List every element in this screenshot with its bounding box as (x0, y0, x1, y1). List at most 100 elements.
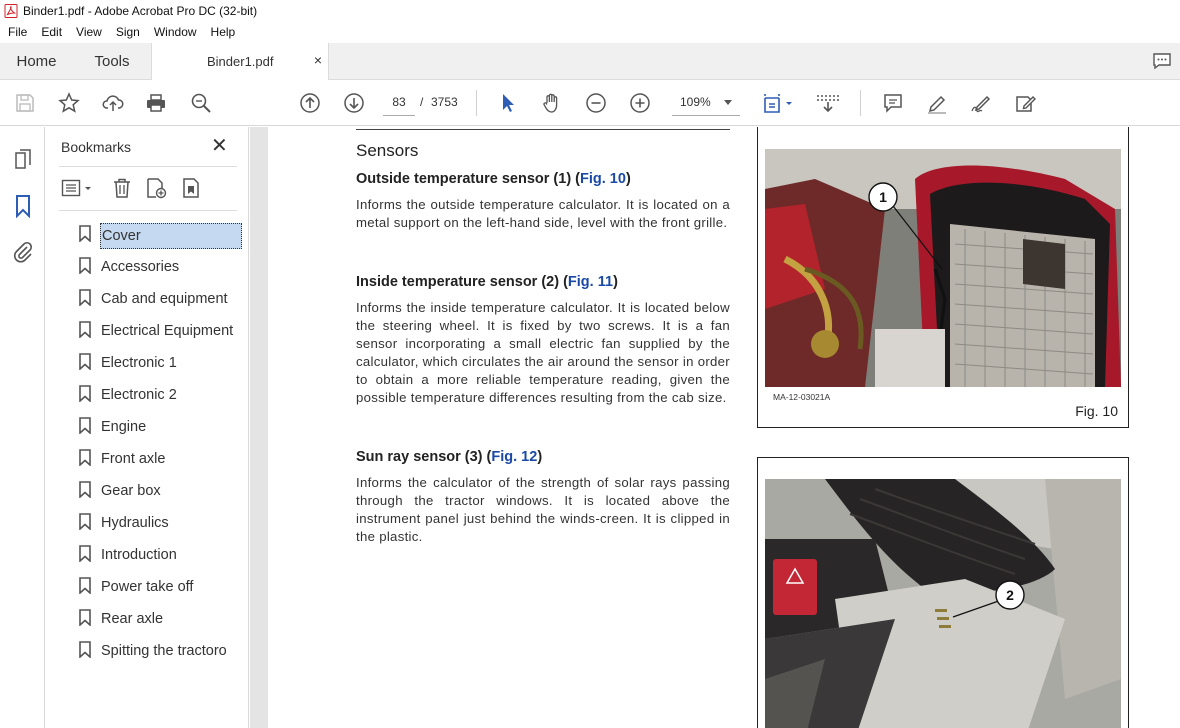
tab-home[interactable]: Home (0, 43, 73, 80)
bookmark-item[interactable]: Electronic 1 (75, 351, 249, 383)
star-icon[interactable] (57, 91, 81, 115)
bookmark-icon (79, 641, 91, 658)
heading-suffix: ) (625, 171, 631, 187)
acrobat-pdf-icon (4, 4, 18, 18)
next-page-icon[interactable] (342, 91, 366, 115)
bookmark-label: Cab and equipment (101, 291, 228, 307)
bookmark-label: Accessories (101, 259, 180, 275)
bookmark-panel-icon[interactable] (11, 194, 35, 218)
menu-edit[interactable]: Edit (34, 25, 69, 39)
bookmark-item[interactable]: Gear box (75, 479, 249, 511)
figure-link[interactable]: Fig. 12 (491, 449, 537, 465)
new-bookmark-icon[interactable] (145, 177, 167, 199)
select-cursor-icon[interactable] (496, 91, 520, 115)
menu-help[interactable]: Help (204, 25, 243, 39)
tab-tools[interactable]: Tools (73, 43, 151, 80)
menu-sign[interactable]: Sign (109, 25, 147, 39)
pdf-page: Sensors Outside temperature sensor (1) (… (268, 127, 1180, 728)
bookmark-item[interactable]: Cab and equipment (75, 287, 249, 319)
bookmark-item[interactable]: Cover (75, 223, 249, 255)
bookmark-label: Spitting the tractoro (101, 643, 227, 659)
page-separator: / (420, 95, 424, 109)
bookmark-properties-icon[interactable] (181, 177, 203, 199)
bookmark-item[interactable]: Front axle (75, 447, 249, 479)
comment-bubble-icon[interactable] (1152, 52, 1172, 70)
bookmark-icon (79, 577, 91, 594)
bookmark-label: Cover (100, 223, 242, 249)
bookmark-item[interactable]: Hydraulics (75, 511, 249, 543)
document-viewport[interactable]: Sensors Outside temperature sensor (1) (… (250, 127, 1180, 728)
page-total: 3753 (431, 95, 458, 109)
title-bar: Binder1.pdf - Adobe Acrobat Pro DC (32-b… (0, 0, 1180, 22)
menu-file[interactable]: File (0, 25, 34, 39)
toolbar-divider (476, 90, 477, 116)
bookmark-label: Introduction (101, 547, 177, 563)
tab-bar: Home Tools Binder1.pdf × (0, 43, 1180, 80)
tab-document-label: Binder1.pdf (207, 54, 274, 69)
figure-link[interactable]: Fig. 11 (568, 274, 613, 290)
bookmarks-panel-title: Bookmarks (61, 139, 132, 155)
fill-sign-icon[interactable] (1013, 91, 1037, 115)
bookmark-item[interactable]: Power take off (75, 575, 249, 607)
bookmark-label: Hydraulics (101, 515, 169, 531)
sensor-photo-inside: 2 (765, 479, 1121, 728)
bookmark-label: Engine (101, 419, 147, 435)
highlight-pen-icon[interactable] (925, 91, 949, 115)
delete-bookmark-icon[interactable] (111, 177, 133, 199)
page-number-input[interactable]: 83 (383, 90, 415, 116)
bookmark-item[interactable]: Accessories (75, 255, 249, 287)
bookmark-icon (79, 321, 91, 338)
zoom-level-value: 109% (680, 95, 711, 109)
figure-caption: Fig. 10 (1075, 403, 1118, 419)
close-icon[interactable]: ✕ (211, 136, 228, 156)
page-thumbnails-icon[interactable] (11, 148, 35, 172)
bookmark-icon (79, 449, 91, 466)
menu-view[interactable]: View (69, 25, 109, 39)
bookmark-item[interactable]: Electrical Equipment (75, 319, 249, 351)
bookmark-item[interactable]: Spitting the tractoro (75, 639, 249, 671)
attachment-paperclip-icon[interactable] (11, 240, 35, 264)
bookmark-item[interactable]: Rear axle (75, 607, 249, 639)
sign-pen-icon[interactable] (969, 91, 993, 115)
navigation-rail (0, 127, 45, 728)
scroll-mode-icon[interactable] (815, 91, 841, 115)
window-title: Binder1.pdf - Adobe Acrobat Pro DC (32-b… (23, 4, 258, 18)
zoom-out-icon[interactable] (584, 91, 608, 115)
chevron-down-icon (724, 100, 732, 105)
divider (59, 166, 237, 167)
zoom-in-icon[interactable] (628, 91, 652, 115)
figure-link[interactable]: Fig. 10 (580, 171, 626, 187)
paragraph: Informs the inside temperature calculato… (356, 300, 730, 405)
page-layout-icon[interactable] (762, 91, 796, 115)
bookmark-item[interactable]: Introduction (75, 543, 249, 575)
bookmark-item[interactable]: Engine (75, 415, 249, 447)
hand-tool-icon[interactable] (540, 91, 564, 115)
bookmark-icon (79, 545, 91, 562)
callout-number: 2 (1006, 587, 1014, 603)
menu-window[interactable]: Window (147, 25, 204, 39)
cloud-upload-icon[interactable] (101, 91, 125, 115)
callout-number: 1 (879, 189, 887, 205)
previous-page-icon[interactable] (298, 91, 322, 115)
bookmark-label: Front axle (101, 451, 166, 467)
divider (356, 129, 730, 130)
zoom-search-icon[interactable] (189, 91, 213, 115)
zoom-level-select[interactable]: 109% (672, 90, 740, 116)
tab-document[interactable]: Binder1.pdf × (151, 43, 329, 80)
bookmark-label: Gear box (101, 483, 161, 499)
bookmark-item[interactable]: Electronic 2 (75, 383, 249, 415)
bookmark-options-menu-icon[interactable] (61, 177, 95, 199)
section-heading: Outside temperature sensor (1) (Fig. 10) (356, 171, 631, 187)
bookmark-icon (79, 225, 91, 242)
save-icon[interactable] (13, 91, 37, 115)
comment-icon[interactable] (881, 91, 905, 115)
heading-text: Outside temperature sensor (1) ( (356, 171, 580, 187)
bookmark-icon (79, 481, 91, 498)
tab-close-icon[interactable]: × (314, 52, 322, 68)
bookmark-icon (79, 513, 91, 530)
print-icon[interactable] (144, 91, 168, 115)
menu-bar: File Edit View Sign Window Help (0, 22, 1180, 42)
figure-11: 2 (757, 457, 1129, 728)
bookmark-icon (79, 257, 91, 274)
inside-sensor-photo-illustration: 2 (765, 479, 1121, 728)
